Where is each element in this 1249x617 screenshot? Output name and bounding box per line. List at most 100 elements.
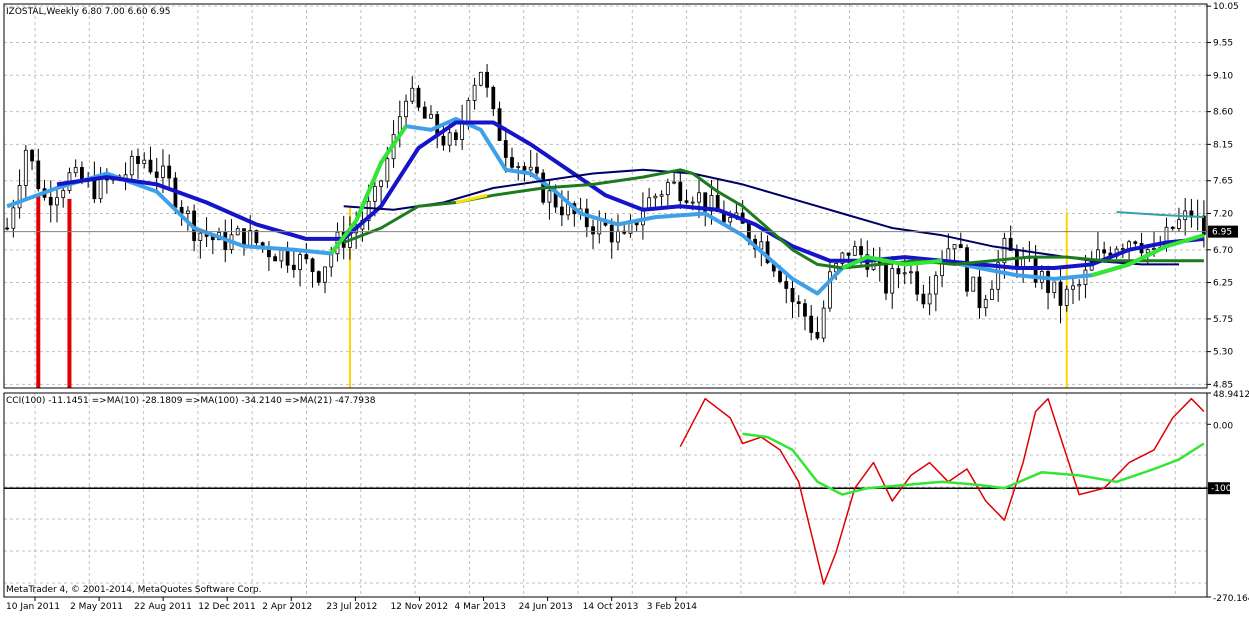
x-tick-label: 4 Mar 2013 [455,602,506,612]
candle-body [977,276,982,309]
candle-body [136,156,140,164]
candle-body [466,99,471,122]
candle-body [790,288,795,303]
candle-body [61,190,66,199]
candle-body [896,268,901,275]
indicator-title: CCI(100) -11.1451 =>MA(10) -28.1809 =>MA… [6,396,376,406]
candle-body [92,177,97,200]
candle-body [379,180,384,187]
candle-body [30,149,34,162]
candle-body [298,254,302,271]
candle-body [1152,248,1156,250]
candle-body [279,249,284,262]
candle-body [535,166,539,174]
candle-body [447,132,452,146]
x-tick-label: 23 Jul 2012 [326,602,377,612]
y-tick-label: 4.85 [1213,380,1233,390]
x-tick-label: 12 Dec 2011 [198,602,256,612]
x-tick-label: 14 Oct 2013 [583,602,639,612]
candle-body [927,293,932,305]
candle-body [1170,226,1175,229]
candle-body [372,186,377,202]
x-tick-label: 24 Jun 2013 [519,602,573,612]
candle-body [958,244,963,249]
candle-body [36,160,41,190]
y-tick-label: 8.60 [1213,108,1233,118]
candle-body [1133,241,1138,244]
candle-body [1120,248,1125,250]
candle-body [329,253,334,268]
candle-body [965,247,969,292]
candle-body [416,87,421,108]
candle-body [952,244,957,250]
candle-body [884,264,888,294]
y-tick-label: 9.10 [1213,71,1233,81]
y-tick-label: 10.05 [1213,2,1239,12]
candle-body [1052,281,1057,293]
candle-body [316,271,321,283]
candle-body [591,226,595,235]
candle-body [454,132,458,140]
candle-body [659,194,664,197]
y-tick-label: 7.65 [1213,177,1233,187]
candle-body [915,271,920,295]
candle-body [1046,270,1050,293]
candle-body [759,241,764,250]
candle-body [921,293,926,305]
candle-body [522,166,527,171]
candle-body [902,272,907,275]
candle-body [273,256,278,262]
cci-tick-label: 48.9412 [1213,390,1249,400]
candle-body [17,184,22,209]
candle-body [859,246,863,256]
cci-tick-label: 0.00 [1213,421,1233,431]
candle-body [472,84,477,101]
candle-body [429,114,433,119]
candle-body [784,281,789,289]
candle-body [697,192,701,203]
y-tick-label: 9.55 [1213,39,1233,49]
candle-body [1077,284,1082,287]
candle-body [653,195,658,199]
candle-body [478,71,483,86]
candle-body [1058,281,1063,306]
candle-body [528,166,533,171]
candle-body [547,190,552,203]
candle-body [323,266,327,283]
candle-body [1177,219,1181,229]
chart-canvas[interactable]: 10.05 9.55 9.10 8.60 8.15 7.65 7.20 6.70 6.25 5.7… [0,0,1249,614]
candle-body [161,165,165,178]
candle-body [23,149,28,186]
candle-body [665,182,670,196]
candle-body [821,307,826,339]
cci-tick-label: -270.164 [1213,594,1249,604]
copyright-text: MetaTrader 4, © 2001-2014, MetaQuotes So… [6,585,262,595]
x-tick-label: 22 Aug 2011 [134,602,192,612]
candle-body [485,71,489,88]
x-tick-label: 2 Apr 2012 [262,602,312,612]
candle-body [609,224,614,243]
candle-body [285,249,290,266]
candle-body [684,200,689,203]
candle-body [291,264,296,271]
candle-body [11,207,16,229]
candle-body [940,263,944,277]
candle-body [559,206,564,216]
candle-body [254,230,259,244]
candle-body [148,159,153,173]
candle-body [410,87,415,102]
candle-body [728,217,733,223]
candle-body [503,140,508,158]
candle-body [422,106,427,119]
candle-body [198,232,203,241]
candle-body [933,275,938,295]
y-tick-label: 5.75 [1213,315,1233,325]
chart-window: 10.05 9.55 9.10 8.60 8.15 7.65 7.20 6.70 6.25 5.7… [0,0,1249,614]
candle-body [55,197,59,206]
candle-body [1064,288,1069,306]
symbol-title: IZOSTAL,Weekly 6.80 7.00 6.60 6.95 [6,7,171,17]
y-tick-label: 8.15 [1213,140,1233,150]
current-price-label: 6.95 [1212,228,1232,238]
candle-body [803,303,807,317]
candle-body [516,166,521,168]
